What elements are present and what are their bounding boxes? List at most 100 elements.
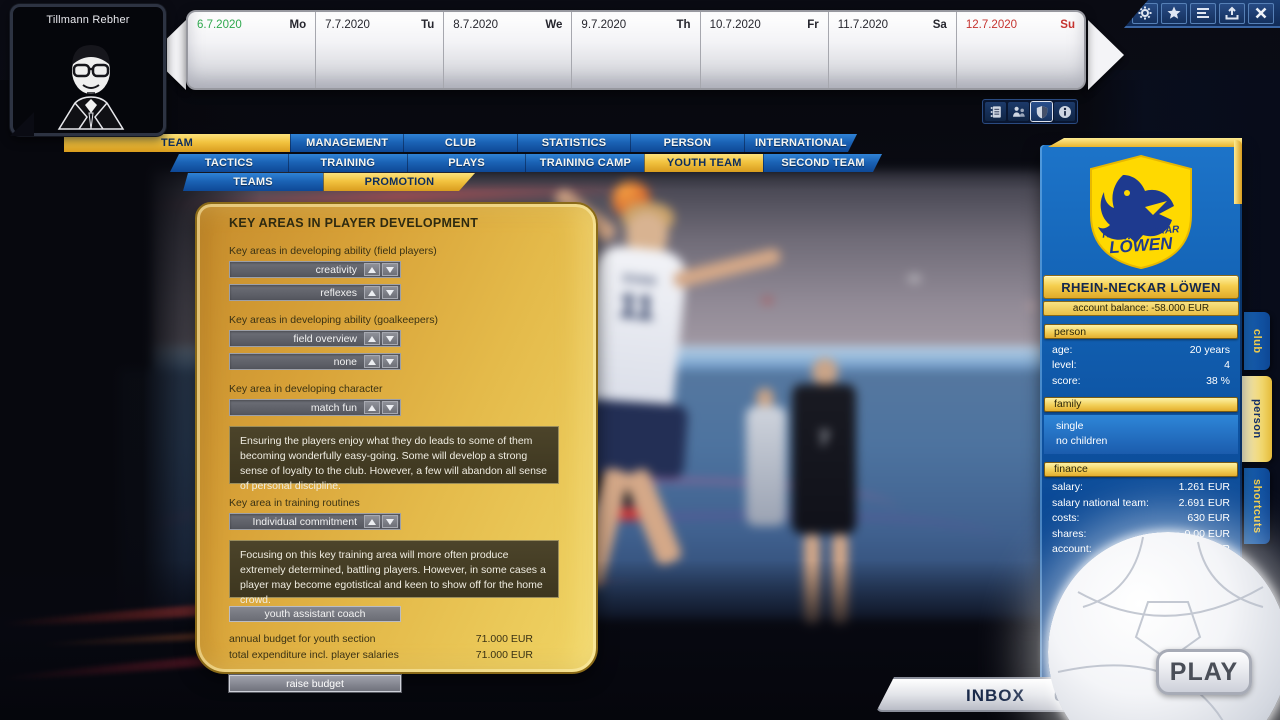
spinner-down-button[interactable]: [382, 355, 398, 368]
side-tab-person[interactable]: person: [1242, 376, 1272, 462]
manager-name: Tillmann Rebher: [13, 14, 163, 26]
row-value: 1.261 EUR: [1179, 481, 1230, 493]
character-description: Ensuring the players enjoy what they do …: [229, 426, 559, 484]
row-label: salary national team:: [1052, 497, 1149, 509]
spinner-up-button[interactable]: [364, 355, 380, 368]
calendar-week-bar: 6.7.2020 Mo 7.7.2020 Tu 8.7.2020 We 9.7.…: [186, 10, 1086, 90]
club-name-banner: RHEIN-NECKAR LÖWEN: [1043, 275, 1239, 299]
day-weekday: Tu: [421, 19, 434, 31]
spinner-up-button[interactable]: [364, 515, 380, 528]
row-label: score:: [1052, 375, 1081, 387]
row-value: 630 EUR: [1187, 512, 1230, 524]
family-section-header: family: [1044, 397, 1238, 412]
calendar-day[interactable]: 12.7.2020 Su: [957, 12, 1084, 88]
family-line: no children: [1044, 434, 1238, 449]
character-label: Key area in developing character: [229, 383, 596, 395]
day-weekday: Mo: [290, 19, 307, 31]
select-value: none: [230, 356, 364, 368]
tab-person[interactable]: PERSON: [630, 134, 743, 152]
spinner-down-button[interactable]: [382, 332, 398, 345]
family-status: single no children: [1044, 415, 1238, 454]
day-weekday: Th: [677, 19, 691, 31]
calendar-day[interactable]: 10.7.2020 Fr: [701, 12, 829, 88]
favorites-star-icon[interactable]: [1161, 3, 1187, 24]
up-arrow-icon: [368, 519, 376, 525]
row-label: salary:: [1052, 481, 1083, 493]
settings-gear-icon[interactable]: [1132, 3, 1158, 24]
side-tab-club[interactable]: club: [1244, 312, 1270, 370]
day-weekday: Fr: [807, 19, 819, 31]
spinner-up-button[interactable]: [364, 263, 380, 276]
calendar-day[interactable]: 8.7.2020 We: [444, 12, 572, 88]
down-arrow-icon: [386, 405, 394, 411]
field-players-primary-select[interactable]: creativity: [229, 261, 401, 278]
up-arrow-icon: [368, 359, 376, 365]
club-badge: RHEIN-NECKAR LÖWEN: [1040, 145, 1242, 271]
training-routines-select[interactable]: Individual commitment: [229, 513, 401, 530]
info-row: level: 4: [1040, 358, 1242, 374]
spinner-down-button[interactable]: [382, 263, 398, 276]
budget-value: 71.000 EUR: [476, 647, 533, 663]
info-row: score: 38 %: [1040, 373, 1242, 389]
subtab-training[interactable]: TRAINING: [288, 154, 407, 172]
day-date: 6.7.2020: [197, 19, 242, 31]
calendar-next-arrow[interactable]: [1088, 20, 1124, 90]
budget-label: annual budget for youth section: [229, 631, 376, 647]
play-button[interactable]: PLAY: [1156, 649, 1252, 695]
day-date: 7.7.2020: [325, 19, 370, 31]
close-icon[interactable]: [1248, 3, 1274, 24]
goalkeepers-primary-select[interactable]: field overview: [229, 330, 401, 347]
notes-icon[interactable]: [985, 102, 1006, 121]
info-row: salary: 1.261 EUR: [1040, 480, 1242, 496]
spinner-up-button[interactable]: [364, 332, 380, 345]
spinner-down-button[interactable]: [382, 401, 398, 414]
tab-international[interactable]: INTERNATIONAL: [744, 134, 857, 152]
day-weekday: Su: [1060, 19, 1075, 31]
select-value: creativity: [230, 264, 364, 276]
field-players-secondary-select[interactable]: reflexes: [229, 284, 401, 301]
budget-value: 71.000 EUR: [476, 631, 533, 647]
day-date: 8.7.2020: [453, 19, 498, 31]
privacy-shield-icon[interactable]: [1031, 102, 1052, 121]
app-window: 5 7 SVAN: [0, 0, 1280, 720]
youth-assistant-coach-button[interactable]: youth assistant coach: [229, 606, 401, 622]
up-arrow-icon: [368, 290, 376, 296]
spinner-down-button[interactable]: [382, 515, 398, 528]
subtab-youth-team[interactable]: YOUTH TEAM: [644, 154, 763, 172]
calendar-day[interactable]: 9.7.2020 Th: [572, 12, 700, 88]
youth-development-panel: KEY AREAS IN PLAYER DEVELOPMENT Key area…: [195, 202, 598, 674]
goalkeepers-label: Key areas in developing ability (goalkee…: [229, 314, 596, 326]
training-routines-label: Key area in training routines: [229, 497, 596, 509]
tab-club[interactable]: CLUB: [403, 134, 516, 152]
menu-lines-icon[interactable]: [1190, 3, 1216, 24]
character-select[interactable]: match fun: [229, 399, 401, 416]
row-value: 2.691 EUR: [1179, 497, 1230, 509]
subtab-tactics[interactable]: TACTICS: [170, 154, 288, 172]
subtab-plays[interactable]: PLAYS: [407, 154, 526, 172]
info-icon[interactable]: [1054, 102, 1075, 121]
tertiary-tabs: TEAMS PROMOTION: [183, 173, 475, 191]
up-arrow-icon: [368, 336, 376, 342]
tab-management[interactable]: MANAGEMENT: [290, 134, 403, 152]
manager-portrait-panel[interactable]: Tillmann Rebher: [10, 4, 166, 136]
subtab-teams[interactable]: TEAMS: [183, 173, 323, 191]
goalkeepers-secondary-select[interactable]: none: [229, 353, 401, 370]
spinner-up-button[interactable]: [364, 286, 380, 299]
account-balance: account balance: -58.000 EUR: [1043, 301, 1239, 316]
subtab-second-team[interactable]: SECOND TEAM: [763, 154, 882, 172]
export-tray-icon[interactable]: [1219, 3, 1245, 24]
row-value: 4: [1224, 359, 1230, 371]
tab-team[interactable]: TEAM: [64, 134, 290, 152]
spinner-down-button[interactable]: [382, 286, 398, 299]
day-date: 11.7.2020: [838, 19, 888, 31]
tab-statistics[interactable]: STATISTICS: [517, 134, 630, 152]
subtab-training-camp[interactable]: TRAINING CAMP: [525, 154, 644, 172]
subtab-promotion[interactable]: PROMOTION: [323, 173, 475, 191]
raise-budget-button[interactable]: raise budget: [229, 675, 401, 692]
staff-icon[interactable]: [1008, 102, 1029, 121]
calendar-day[interactable]: 11.7.2020 Sa: [829, 12, 957, 88]
spinner-up-button[interactable]: [364, 401, 380, 414]
calendar-day[interactable]: 7.7.2020 Tu: [316, 12, 444, 88]
panel-gold-trim: [1234, 140, 1242, 204]
calendar-day[interactable]: 6.7.2020 Mo: [188, 12, 316, 88]
